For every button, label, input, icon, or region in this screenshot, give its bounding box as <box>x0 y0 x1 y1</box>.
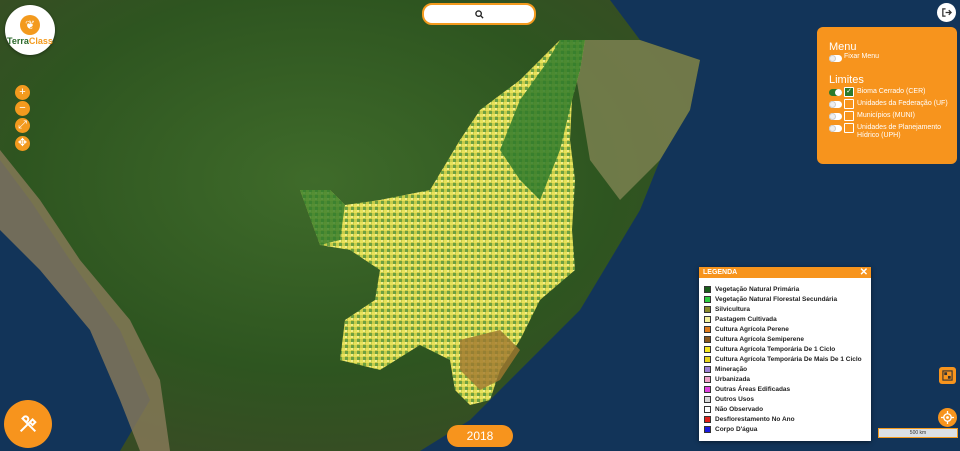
legend-list: Vegetação Natural Primária Vegetação Natu… <box>704 284 862 434</box>
legend-item: Cultura Agrícola Temporária De 1 Ciclo <box>704 344 862 354</box>
legend-item: Cultura Agrícola Perene <box>704 324 862 334</box>
legend-swatch <box>704 325 711 333</box>
limit-toggle-uf[interactable] <box>829 101 842 108</box>
limit-label-uf: Unidades da Federação (UF) <box>857 100 948 107</box>
legend-label: Outras Áreas Edificadas <box>715 385 791 393</box>
move-icon: ✥ <box>17 137 28 149</box>
legend-label: Não Observado <box>715 405 764 413</box>
legend-label: Cultura Agrícola Semiperene <box>715 335 804 343</box>
menu-panel: Menu Fixar Menu Limites ✓ Bioma Cerrado … <box>817 27 957 164</box>
locate-button[interactable] <box>938 408 957 427</box>
zoom-in-button[interactable]: + <box>15 85 30 100</box>
legend-item: Mineração <box>704 364 862 374</box>
scale-bar: 500 km <box>878 428 958 438</box>
legend-item: Pastagem Cultivada <box>704 314 862 324</box>
legend-header: LEGENDA ✕ <box>699 267 871 278</box>
search-icon <box>474 9 484 19</box>
legend-swatch <box>704 315 711 323</box>
close-icon[interactable]: ✕ <box>860 267 868 278</box>
legend-swatch <box>704 385 711 393</box>
legend-item: Vegetação Natural Primária <box>704 284 862 294</box>
legend-swatch <box>704 355 711 363</box>
terraclass-logo: ❦ TerraClass <box>5 5 55 55</box>
legend-label: Outros Usos <box>715 395 755 403</box>
legend-label: Cultura Agrícola Temporária De Mais De 1… <box>715 355 862 363</box>
crosshair-icon <box>941 411 954 424</box>
logout-icon <box>942 8 952 17</box>
legend-item: Cultura Agrícola Temporária De Mais De 1… <box>704 354 862 364</box>
limits-title: Limites <box>829 74 864 86</box>
legend-label: Cultura Agrícola Temporária De 1 Ciclo <box>715 345 836 353</box>
logo-text-class: Class <box>28 35 53 46</box>
legend-label: Pastagem Cultivada <box>715 315 777 323</box>
menu-title: Menu <box>829 41 857 53</box>
legend-label: Silvicultura <box>715 305 751 313</box>
year-selector[interactable]: 2018 <box>447 425 513 447</box>
legend-swatch <box>704 405 711 413</box>
legend-swatch <box>704 335 711 343</box>
fix-menu-toggle[interactable] <box>829 55 842 62</box>
limit-label-uph-line2: Hídrico (UPH) <box>857 132 901 139</box>
logout-button[interactable] <box>937 3 956 22</box>
legend-label: Corpo D'água <box>715 425 758 433</box>
legend-item: Silvicultura <box>704 304 862 314</box>
limit-label-uph: Unidades de Planejamento <box>857 124 942 131</box>
legend-label: Mineração <box>715 365 748 373</box>
logo-text-terra: Terra <box>7 35 29 46</box>
legend-title: LEGENDA <box>703 269 738 276</box>
basemap-button[interactable] <box>939 367 956 384</box>
expand-icon: ⤢ <box>18 119 27 131</box>
legend-item: Vegetação Natural Florestal Secundária <box>704 294 862 304</box>
legend-item: Não Observado <box>704 404 862 414</box>
tools-icon <box>19 415 37 433</box>
limit-checkbox-muni[interactable] <box>844 111 854 121</box>
legend-item: Desflorestamento No Ano <box>704 414 862 424</box>
legend-label: Urbanizada <box>715 375 751 383</box>
legend-swatch <box>704 375 711 383</box>
search-button[interactable] <box>422 3 536 25</box>
tree-icon: ❦ <box>20 14 40 35</box>
limit-checkbox-uf[interactable] <box>844 99 854 109</box>
legend-swatch <box>704 285 711 293</box>
legend-label: Desflorestamento No Ano <box>715 415 795 423</box>
basemap-icon <box>942 370 953 381</box>
limit-toggle-cerrado[interactable] <box>829 89 842 96</box>
zoom-out-button[interactable]: − <box>15 101 30 116</box>
limit-label-muni: Municípios (MUNI) <box>857 112 915 119</box>
limit-toggle-uph[interactable] <box>829 125 842 132</box>
fullscreen-button[interactable]: ⤢ <box>15 118 30 133</box>
pan-button[interactable]: ✥ <box>15 136 30 151</box>
legend-swatch <box>704 425 711 433</box>
legend-swatch <box>704 305 711 313</box>
legend-swatch <box>704 345 711 353</box>
legend-label: Vegetação Natural Florestal Secundária <box>715 295 838 303</box>
limit-toggle-muni[interactable] <box>829 113 842 120</box>
legend-label: Vegetação Natural Primária <box>715 285 800 293</box>
legend-panel: LEGENDA ✕ Vegetação Natural Primária Vege… <box>699 267 871 441</box>
limit-label-cerrado: Bioma Cerrado (CER) <box>857 88 926 95</box>
legend-item: Cultura Agrícola Semiperene <box>704 334 862 344</box>
legend-swatch <box>704 365 711 373</box>
limit-checkbox-uph[interactable] <box>844 123 854 133</box>
legend-swatch <box>704 295 711 303</box>
legend-swatch <box>704 415 711 423</box>
legend-item: Urbanizada <box>704 374 862 384</box>
limit-checkbox-cerrado[interactable]: ✓ <box>844 87 854 97</box>
tools-button[interactable] <box>4 400 52 448</box>
legend-item: Outras Áreas Edificadas <box>704 384 862 394</box>
legend-item: Outros Usos <box>704 394 862 404</box>
fix-menu-label: Fixar Menu <box>844 53 880 60</box>
legend-swatch <box>704 395 711 403</box>
legend-label: Cultura Agrícola Perene <box>715 325 789 333</box>
legend-item: Corpo D'água <box>704 424 862 434</box>
